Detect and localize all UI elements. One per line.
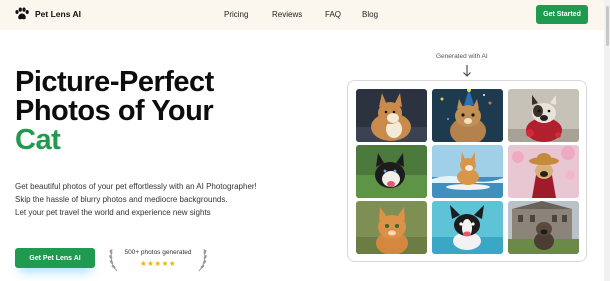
hero-subtitle-line: Get beautiful photos of your pet effortl… (15, 182, 257, 191)
arrow-down-icon (463, 65, 471, 77)
nav-link-blog[interactable]: Blog (362, 10, 378, 19)
top-navbar: Pet Lens AI Pricing Reviews FAQ Blog Get… (0, 0, 610, 30)
hero-subtitle: Get beautiful photos of your pet effortl… (15, 180, 257, 219)
brand-name: Pet Lens AI (35, 9, 81, 19)
hero-title-line2: Photos of Your (15, 95, 214, 127)
husky-dog-photo (356, 145, 427, 198)
cat-party-hat-photo (432, 89, 503, 142)
corgi-dog-photo (356, 89, 427, 142)
hero-subtitle-line: Skip the hassle of blurry photos and med… (15, 195, 228, 204)
nav-link-reviews[interactable]: Reviews (272, 10, 302, 19)
hero-subtitle-line: Let your pet travel the world and experi… (15, 208, 211, 217)
corgi-surfing-photo (432, 145, 503, 198)
pug-mansion-photo (508, 201, 579, 254)
orange-kitten-photo (356, 201, 427, 254)
nav-link-faq[interactable]: FAQ (325, 10, 341, 19)
ai-gallery-frame (347, 80, 587, 262)
get-pet-lens-button[interactable]: Get Pet Lens AI (15, 248, 95, 268)
brand-logo[interactable]: Pet Lens AI (14, 7, 81, 21)
badge-text: 500+ photos generated (124, 249, 192, 256)
star-rating: ★★★★★ (139, 259, 177, 268)
scrollbar-thumb[interactable] (606, 6, 609, 46)
boston-terrier-pool-photo (432, 201, 503, 254)
page-scrollbar[interactable] (604, 0, 610, 281)
laurel-icon (198, 248, 207, 272)
bulldog-rose-sweater-photo (508, 89, 579, 142)
get-started-button[interactable]: Get Started (536, 5, 588, 24)
hero-title: Picture-Perfect Photos of Your Cat (15, 68, 214, 155)
nav-link-pricing[interactable]: Pricing (224, 10, 248, 19)
pug-kimono-photo (508, 145, 579, 198)
hero-title-line1: Picture-Perfect (15, 66, 214, 98)
photos-generated-badge: 500+ photos generated ★★★★★ (108, 244, 208, 274)
hero-title-accent: Cat (15, 124, 61, 156)
generated-with-ai-label: Generated with AI (436, 53, 488, 60)
paw-icon (15, 7, 29, 20)
